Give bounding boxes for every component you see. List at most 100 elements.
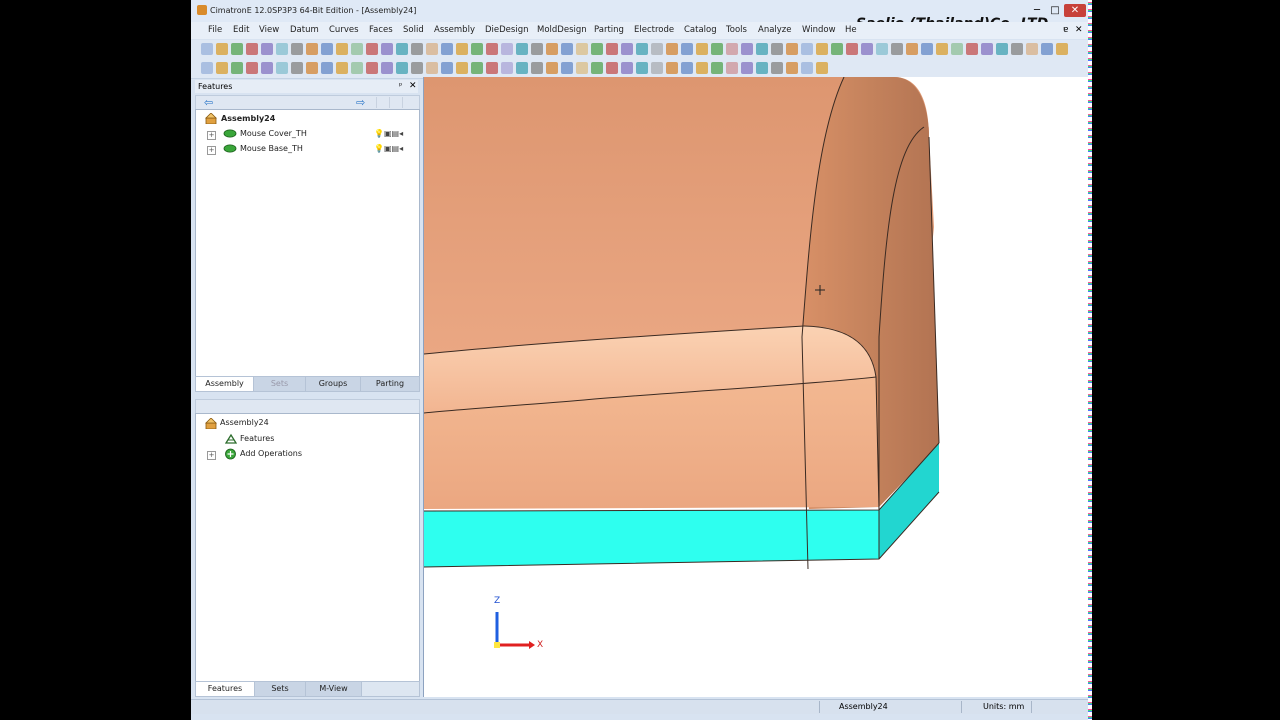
tab-sets[interactable]: Sets [254, 377, 306, 391]
toolbar-button[interactable] [321, 62, 333, 74]
part-status-icons[interactable]: 💡▣▤◂ [374, 144, 403, 153]
toolbar-button[interactable] [231, 43, 243, 55]
toolbar-button[interactable] [366, 62, 378, 74]
toolbar-button[interactable] [411, 62, 423, 74]
forward-arrow-icon[interactable]: ⇨ [356, 96, 365, 109]
toolbar-button[interactable] [711, 43, 723, 55]
toolbar-button[interactable] [246, 62, 258, 74]
tab-sets[interactable]: Sets [255, 682, 306, 696]
pin-icon[interactable]: ᵖ [399, 81, 402, 90]
menu-faces[interactable]: Faces [369, 25, 393, 35]
toolbar-button[interactable] [666, 62, 678, 74]
toolbar-button[interactable] [786, 43, 798, 55]
toolbar-button[interactable] [381, 43, 393, 55]
close-button[interactable]: ✕ [1064, 4, 1086, 17]
toolbar-button[interactable] [636, 43, 648, 55]
toolbar-button[interactable] [981, 43, 993, 55]
menu-molddesign[interactable]: MoldDesign [537, 25, 587, 35]
toolbar-button[interactable] [786, 62, 798, 74]
toolbar-button[interactable] [366, 43, 378, 55]
toolbar-button[interactable] [1011, 43, 1023, 55]
toolbar-button[interactable] [636, 62, 648, 74]
toolbar-button[interactable] [591, 43, 603, 55]
toolbar-button[interactable] [426, 43, 438, 55]
toolbar-button[interactable] [801, 62, 813, 74]
toolbar-button[interactable] [456, 43, 468, 55]
tab-groups[interactable]: Groups [306, 377, 361, 391]
toolbar-button[interactable] [621, 62, 633, 74]
toolbar-button[interactable] [696, 62, 708, 74]
toolbar-button[interactable] [756, 62, 768, 74]
menu-analyze[interactable]: Analyze [758, 25, 792, 35]
toolbar-button[interactable] [486, 43, 498, 55]
mdi-close-button[interactable]: ✕ [1075, 25, 1083, 35]
menu-assembly[interactable]: Assembly [434, 25, 475, 35]
toolbar-button[interactable] [666, 43, 678, 55]
toolbar-button[interactable] [576, 62, 588, 74]
toolbar-button[interactable] [711, 62, 723, 74]
tab-assembly[interactable]: Assembly [196, 377, 254, 391]
nav-segment[interactable] [402, 97, 413, 108]
toolbar-button[interactable] [201, 62, 213, 74]
model-view[interactable] [424, 77, 1088, 697]
toolbar-button[interactable] [531, 62, 543, 74]
toolbar-button[interactable] [591, 62, 603, 74]
toolbar-button[interactable] [501, 62, 513, 74]
toolbar-button[interactable] [306, 62, 318, 74]
toolbar-button[interactable] [351, 62, 363, 74]
toolbar-button[interactable] [576, 43, 588, 55]
toolbar-button[interactable] [651, 43, 663, 55]
toolbar-button[interactable] [651, 62, 663, 74]
menu-curves[interactable]: Curves [329, 25, 359, 35]
toolbar-button[interactable] [396, 43, 408, 55]
menu-datum[interactable]: Datum [290, 25, 319, 35]
toolbar-button[interactable] [621, 43, 633, 55]
menu-tools[interactable]: Tools [726, 25, 747, 35]
tab-parting[interactable]: Parting [361, 377, 420, 391]
toolbar-button[interactable] [906, 43, 918, 55]
tab-features[interactable]: Features [196, 682, 255, 696]
menu-electrode[interactable]: Electrode [634, 25, 674, 35]
toolbar-button[interactable] [996, 43, 1008, 55]
toolbar-button[interactable] [816, 43, 828, 55]
toolbar-button[interactable] [471, 43, 483, 55]
toolbar-button[interactable] [801, 43, 813, 55]
toolbar-button[interactable] [1056, 43, 1068, 55]
toolbar-button[interactable] [951, 43, 963, 55]
menu-parting[interactable]: Parting [594, 25, 624, 35]
toolbar-button[interactable] [561, 43, 573, 55]
menu-diedesign[interactable]: DieDesign [485, 25, 528, 35]
toolbar-button[interactable] [321, 43, 333, 55]
toolbar-button[interactable] [411, 43, 423, 55]
toolbar-button[interactable] [1041, 43, 1053, 55]
toolbar-button[interactable] [216, 43, 228, 55]
toolbar-button[interactable] [606, 62, 618, 74]
tree-node-features[interactable]: Features [240, 434, 274, 443]
toolbar-button[interactable] [276, 62, 288, 74]
toolbar-button[interactable] [606, 43, 618, 55]
toolbar-button[interactable] [546, 62, 558, 74]
tree-node-mouse-base[interactable]: Mouse Base_TH [240, 144, 303, 153]
nav-segment[interactable] [389, 97, 400, 108]
toolbar-button[interactable] [771, 43, 783, 55]
toolbar-button[interactable] [291, 43, 303, 55]
tree-node-assembly24[interactable]: Assembly24 [220, 418, 269, 427]
toolbar-button[interactable] [246, 43, 258, 55]
toolbar-button[interactable] [276, 43, 288, 55]
tree-node-add-operations[interactable]: Add Operations [240, 449, 302, 458]
menu-view[interactable]: View [259, 25, 279, 35]
toolbar-button[interactable] [336, 43, 348, 55]
menu-catalog[interactable]: Catalog [684, 25, 717, 35]
toolbar-button[interactable] [1026, 43, 1038, 55]
tab-m-view[interactable]: M-View [306, 682, 362, 696]
toolbar-button[interactable] [486, 62, 498, 74]
toolbar-button[interactable] [741, 43, 753, 55]
menu-window[interactable]: Window [802, 25, 836, 35]
toolbar-button[interactable] [426, 62, 438, 74]
toolbar-button[interactable] [561, 62, 573, 74]
toolbar-button[interactable] [726, 62, 738, 74]
toolbar-button[interactable] [306, 43, 318, 55]
nav-segment[interactable] [376, 97, 387, 108]
toolbar-button[interactable] [726, 43, 738, 55]
back-arrow-icon[interactable]: ⇦ [204, 96, 213, 109]
